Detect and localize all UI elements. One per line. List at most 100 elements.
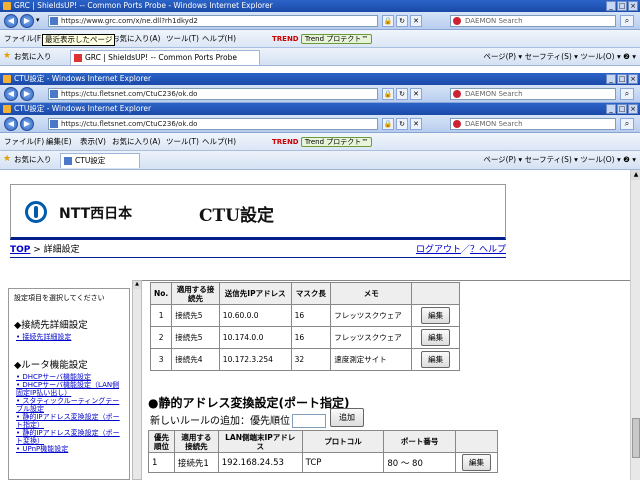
nav-link-static-nat-port[interactable]: 静的IPアドレス変換設定（ポート指定） — [16, 413, 124, 429]
edit-button[interactable]: 編集 — [421, 329, 451, 346]
breadcrumb-top-link[interactable]: TOP — [10, 245, 30, 255]
section-title: ●静的アドレス変換設定(ポート指定) — [148, 396, 350, 410]
nav-link-connection-detail[interactable]: 接続先詳細設定 — [16, 333, 124, 341]
cell-conn: 接続先5 — [171, 326, 220, 349]
logout-link[interactable]: ログアウト — [416, 245, 461, 255]
table-header-row: 優先順位 適用する接続先 LAN側端末IPアドレス プロトコル ポート番号 — [148, 430, 498, 453]
command-bar[interactable]: ページ(P) ▾ セーフティ(S) ▾ ツール(O) ▾ ❷ ▾ — [483, 151, 636, 169]
cell-mask: 16 — [290, 304, 332, 327]
table-row: 1 接続先5 10.60.0.0 16 フレッツスクウェア 編集 — [149, 304, 460, 327]
edit-button[interactable]: 編集 — [421, 307, 451, 324]
stop-icon[interactable]: ✕ — [410, 118, 422, 130]
search-placeholder: DAEMON Search — [465, 120, 523, 128]
menu-edit[interactable]: 編集(E) — [46, 133, 72, 151]
page-scrollbar[interactable]: ▲ — [630, 170, 640, 480]
help-link[interactable]: ？ヘルプ — [470, 245, 506, 255]
forward-icon[interactable]: ▶ — [20, 117, 34, 131]
close-button[interactable]: × — [628, 104, 638, 114]
ctu1-url-input[interactable]: https://ctu.fletsnet.com/CtuC236/ok.do — [48, 88, 378, 100]
favorites-label[interactable]: お気に入り — [14, 48, 52, 66]
grc-url-input[interactable]: https://www.grc.com/x/ne.dll?rh1dkyd2 — [48, 15, 378, 27]
table-row: 3 接続先4 10.172.3.254 32 速度測定サイト 編集 — [149, 348, 460, 371]
nav-link-dhcp[interactable]: DHCPサーバ機能設定 — [16, 373, 124, 381]
left-navigation: 設定項目を選択してください ◆接続先詳細設定 接続先詳細設定 ◆ルータ機能設定 … — [8, 288, 130, 480]
tab-grc[interactable]: GRC | ShieldsUP! -- Common Ports Probe — [70, 50, 260, 65]
menu-view[interactable]: 表示(V) — [80, 133, 106, 151]
tab-ctu[interactable]: CTU設定 — [60, 153, 140, 168]
trend-protect-button[interactable]: Trend プロテクト™ — [300, 137, 373, 147]
minimize-button[interactable]: _ — [606, 104, 616, 114]
lock-icon[interactable]: 🔒 — [382, 118, 394, 130]
content-scrollbar[interactable]: ▲ — [132, 280, 142, 480]
stop-icon[interactable]: ✕ — [410, 15, 422, 27]
search-go-icon[interactable]: ⌕ — [620, 118, 634, 130]
forward-icon[interactable]: ▶ — [20, 87, 34, 101]
tab-ctu-label: CTU設定 — [75, 156, 106, 165]
search-go-icon[interactable]: ⌕ — [620, 15, 634, 27]
trend-logo: TREND — [272, 138, 299, 146]
close-button[interactable]: × — [628, 1, 638, 11]
menu-file[interactable]: ファイル(F) — [4, 133, 44, 151]
back-icon[interactable]: ◀ — [4, 87, 18, 101]
cell-action: 編集 — [411, 326, 460, 349]
priority-input[interactable] — [292, 414, 326, 428]
menu-favorites[interactable]: お気に入り(A) — [112, 133, 160, 151]
ctu2-url-input[interactable]: https://ctu.fletsnet.com/CtuC236/ok.do — [48, 118, 378, 130]
close-button[interactable]: × — [628, 74, 638, 84]
menu-help[interactable]: ヘルプ(H) — [202, 133, 236, 151]
search-input[interactable]: DAEMON Search — [450, 88, 616, 100]
trend-logo: TREND — [272, 35, 299, 43]
cell-mask: 32 — [290, 348, 332, 371]
back-icon[interactable]: ◀ — [4, 117, 18, 131]
column-header: プロトコル — [301, 430, 385, 453]
search-input[interactable]: DAEMON Search — [450, 15, 616, 27]
column-header: No. — [149, 282, 173, 305]
favicon — [50, 17, 58, 25]
trend-protect-button[interactable]: Trend プロテクト™ — [300, 34, 373, 44]
cell-conn: 接続先4 — [171, 348, 220, 371]
maximize-button[interactable]: □ — [617, 1, 627, 11]
forward-icon[interactable]: ▶ — [20, 14, 34, 28]
search-input[interactable]: DAEMON Search — [450, 118, 616, 130]
ctu1-address-bar: ◀ ▶ https://ctu.fletsnet.com/CtuC236/ok.… — [0, 85, 640, 103]
recent-pages-dropdown-icon[interactable]: ▾ — [36, 16, 40, 24]
nav-link-upnp[interactable]: UPnP機能設定 — [16, 445, 124, 453]
command-bar[interactable]: ページ(P) ▾ セーフティ(S) ▾ ツール(O) ▾ ❷ ▾ — [483, 48, 636, 66]
favorites-star-icon[interactable]: ★ — [3, 155, 12, 164]
stop-icon[interactable]: ✕ — [410, 88, 422, 100]
menu-tools[interactable]: ツール(T) — [166, 133, 199, 151]
maximize-button[interactable]: □ — [617, 104, 627, 114]
add-button[interactable]: 追加 — [330, 408, 364, 427]
lock-icon[interactable]: 🔒 — [382, 15, 394, 27]
cell-ip: 10.60.0.0 — [218, 304, 292, 327]
refresh-icon[interactable]: ↻ — [396, 118, 408, 130]
minimize-button[interactable]: _ — [606, 74, 616, 84]
lock-icon[interactable]: 🔒 — [382, 88, 394, 100]
address-bar-actions: 🔒 ↻ ✕ — [382, 88, 422, 100]
menu-file[interactable]: ファイル(F) — [4, 30, 44, 48]
search-go-icon[interactable]: ⌕ — [620, 88, 634, 100]
scroll-up-icon[interactable]: ▲ — [133, 281, 141, 289]
favorites-label[interactable]: お気に入り — [14, 151, 52, 169]
ctu2-favorites-bar: ★ お気に入り CTU設定 ページ(P) ▾ セーフティ(S) ▾ ツール(O)… — [0, 151, 640, 170]
refresh-icon[interactable]: ↻ — [396, 15, 408, 27]
menu-tools[interactable]: ツール(T) — [166, 30, 199, 48]
back-icon[interactable]: ◀ — [4, 14, 18, 28]
trend-toolbar: TREND Trend プロテクト™ — [272, 136, 373, 148]
menu-favorites[interactable]: お気に入り(A) — [112, 30, 160, 48]
minimize-button[interactable]: _ — [606, 1, 616, 11]
grc-address-bar: ◀ ▶ ▾ https://www.grc.com/x/ne.dll?rh1dk… — [0, 12, 640, 30]
maximize-button[interactable]: □ — [617, 74, 627, 84]
nav-link-static-routing[interactable]: スタティックルーティングテーブル設定 — [16, 397, 124, 413]
scrollbar-thumb[interactable] — [632, 418, 640, 458]
edit-button[interactable]: 編集 — [462, 454, 491, 471]
nav-link-static-nat-conv[interactable]: 静的IPアドレス変換設定（ポート変換） — [16, 429, 124, 445]
edit-button[interactable]: 編集 — [421, 351, 451, 368]
column-header: 適用する接続先 — [171, 282, 220, 305]
grc-window-titlebar: GRC | ShieldsUP! -- Common Ports Probe -… — [0, 0, 640, 12]
refresh-icon[interactable]: ↻ — [396, 88, 408, 100]
scroll-up-icon[interactable]: ▲ — [631, 170, 640, 180]
favorites-star-icon[interactable]: ★ — [3, 52, 12, 61]
menu-help[interactable]: ヘルプ(H) — [202, 30, 236, 48]
nav-link-dhcp-fixed[interactable]: DHCPサーバ機能設定（LAN側固定IP払い出し） — [16, 381, 124, 397]
